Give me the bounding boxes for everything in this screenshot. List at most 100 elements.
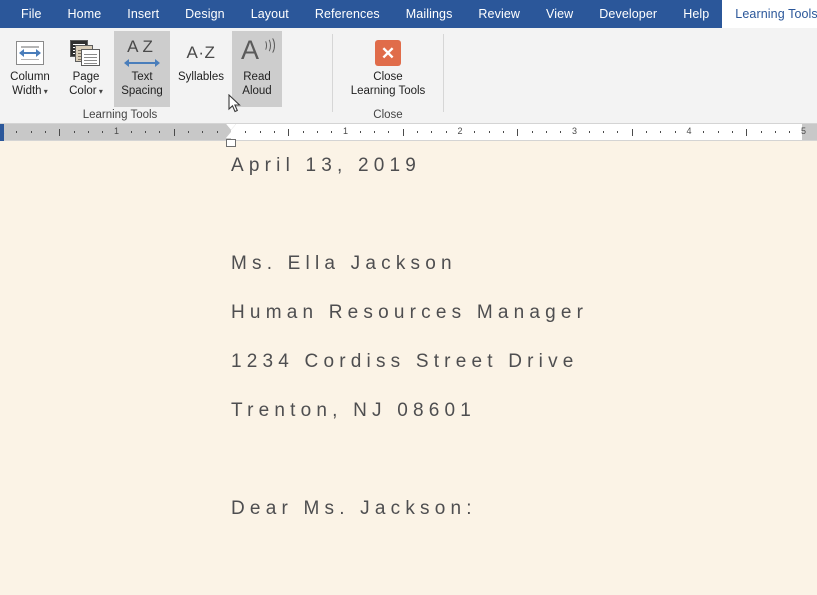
read-aloud-button[interactable]: A Read Aloud xyxy=(232,31,282,107)
ruler-tick xyxy=(417,131,418,133)
ruler-tick xyxy=(775,131,776,133)
ruler-tick xyxy=(260,131,261,133)
ribbon-group-label-learning-tools: Learning Tools xyxy=(0,109,240,121)
document-blank-line xyxy=(231,190,791,239)
hanging-indent-marker[interactable] xyxy=(226,132,236,138)
ruler-tick xyxy=(761,131,762,133)
tab-insert[interactable]: Insert xyxy=(114,0,172,28)
column-width-icon xyxy=(16,36,44,70)
document-line: Dear Ms. Jackson: xyxy=(231,484,791,533)
ruler-tick xyxy=(617,131,618,133)
ruler-tick xyxy=(660,131,661,133)
tab-view[interactable]: View xyxy=(533,0,586,28)
document-line: Ms. Ella Jackson xyxy=(231,239,791,288)
syllables-label: Syllables xyxy=(171,70,231,84)
ruler-tick xyxy=(560,131,561,133)
ruler-tick xyxy=(174,129,175,136)
text-spacing-button[interactable]: AZ Text Spacing xyxy=(114,31,170,107)
ruler-number: 3 xyxy=(572,126,577,136)
ruler-tick xyxy=(360,131,361,133)
close-x-icon: ✕ xyxy=(375,36,401,70)
ruler-tick xyxy=(489,131,490,133)
ribbon-group-divider-right xyxy=(443,34,444,112)
left-indent-box-marker[interactable] xyxy=(226,139,236,147)
ruler-tick xyxy=(88,131,89,133)
tab-learning-tools[interactable]: Learning Tools xyxy=(722,0,817,28)
ruler-number: 5 xyxy=(801,126,806,136)
document-blank-line xyxy=(231,533,791,582)
ribbon-group-label-close: Close xyxy=(333,109,443,121)
ruler-tick xyxy=(59,129,60,136)
tab-design[interactable]: Design xyxy=(172,0,238,28)
column-width-button[interactable]: Column Width ▾ xyxy=(2,31,58,107)
ruler-tick xyxy=(388,131,389,133)
document-line: April 13, 2019 xyxy=(231,141,791,190)
ruler-tick xyxy=(74,131,75,133)
ruler-number: 1 xyxy=(343,126,348,136)
syllables-button[interactable]: A·Z Syllables xyxy=(170,31,232,107)
ruler-tick xyxy=(532,131,533,133)
ruler-tick xyxy=(131,131,132,133)
column-width-label-line1: Column xyxy=(3,70,57,84)
ruler-tick xyxy=(217,131,218,133)
ruler-tick xyxy=(317,131,318,133)
tab-help[interactable]: Help xyxy=(670,0,722,28)
document-blank-line xyxy=(231,435,791,484)
text-spacing-label-line1: Text xyxy=(115,70,169,84)
page-color-label-line2: Color ▾ xyxy=(59,84,113,99)
ribbon-group-close: ✕ Close Learning Tools Close xyxy=(333,28,443,123)
ruler-tick xyxy=(589,131,590,133)
tab-review[interactable]: Review xyxy=(465,0,533,28)
chevron-down-icon[interactable]: ▾ xyxy=(42,87,48,96)
tab-home[interactable]: Home xyxy=(55,0,115,28)
ruler-tick xyxy=(374,131,375,133)
tab-file[interactable]: File xyxy=(8,0,55,28)
ruler-tick xyxy=(331,131,332,133)
page-color-label-line1: Page xyxy=(59,70,113,84)
read-aloud-label-line1: Read xyxy=(233,70,281,84)
read-aloud-label-line2: Aloud xyxy=(233,84,281,98)
page-color-button[interactable]: Page Color ▾ xyxy=(58,31,114,107)
ruler-tick xyxy=(245,131,246,133)
ruler-tick xyxy=(274,131,275,133)
close-learning-tools-button[interactable]: ✕ Close Learning Tools xyxy=(346,31,430,107)
ruler-tick xyxy=(446,131,447,133)
tab-references[interactable]: References xyxy=(302,0,393,28)
ruler-tick xyxy=(403,129,404,136)
read-aloud-icon: A xyxy=(240,36,274,70)
ruler-tick xyxy=(16,131,17,133)
ruler-tick xyxy=(718,131,719,133)
first-line-indent-marker[interactable] xyxy=(226,124,236,130)
ruler-tick xyxy=(288,129,289,136)
ruler-tick xyxy=(102,131,103,133)
ruler-tick xyxy=(188,131,189,133)
chevron-down-icon[interactable]: ▾ xyxy=(97,87,103,96)
close-label-line1: Close xyxy=(347,70,429,84)
ruler-tick xyxy=(159,131,160,133)
ruler-tick xyxy=(675,131,676,133)
text-spacing-label-line2: Spacing xyxy=(115,84,169,98)
document-page[interactable]: April 13, 2019Ms. Ella JacksonHuman Reso… xyxy=(0,141,817,595)
ruler-number: 2 xyxy=(457,126,462,136)
ruler-tick xyxy=(503,131,504,133)
ruler-tick xyxy=(703,131,704,133)
ruler-tick xyxy=(746,129,747,136)
tab-developer[interactable]: Developer xyxy=(586,0,670,28)
ribbon-group-learning-tools: Column Width ▾ Page Col xyxy=(0,28,332,123)
ruler-number: 1 xyxy=(114,126,119,136)
ruler-tick xyxy=(546,131,547,133)
text-spacing-icon: AZ xyxy=(122,36,162,70)
ruler-tick xyxy=(431,131,432,133)
ruler-tick xyxy=(632,129,633,136)
ruler-tick xyxy=(202,131,203,133)
ruler-tick xyxy=(517,129,518,136)
tab-mailings[interactable]: Mailings xyxy=(393,0,466,28)
ruler-tick xyxy=(732,131,733,133)
horizontal-ruler[interactable]: 2112345 xyxy=(0,124,817,141)
right-indent-marker[interactable] xyxy=(748,133,758,139)
ruler-tick xyxy=(789,131,790,133)
ruler-tick xyxy=(31,131,32,133)
document-text-body[interactable]: April 13, 2019Ms. Ella JacksonHuman Reso… xyxy=(231,141,791,595)
tab-layout[interactable]: Layout xyxy=(238,0,302,28)
ruler-tick xyxy=(45,131,46,133)
